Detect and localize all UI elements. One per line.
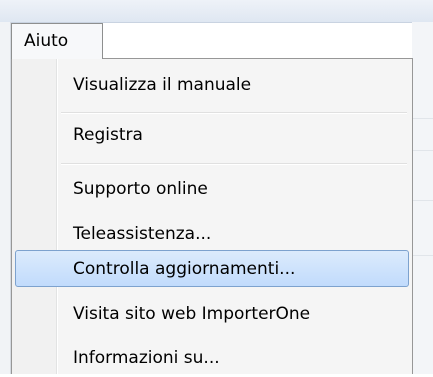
background-grid-line — [412, 200, 433, 201]
menu-aiuto[interactable]: Aiuto — [11, 23, 103, 59]
background-grid-line — [412, 150, 433, 151]
menu-item-visita-sito-web[interactable]: Visita sito web ImporterOne — [15, 295, 409, 332]
help-dropdown-menu: Visualizza il manuale Registra Supporto … — [11, 58, 413, 374]
menu-item-teleassistenza[interactable]: Teleassistenza... — [15, 215, 409, 252]
application-left-panel — [0, 22, 11, 374]
menu-item-visualizza-manuale[interactable]: Visualizza il manuale — [15, 66, 409, 103]
application-toolbar-area — [0, 0, 433, 23]
menu-item-supporto-online[interactable]: Supporto online — [15, 170, 409, 207]
menu-item-controlla-aggiornamenti[interactable]: Controlla aggiornamenti... — [15, 250, 409, 287]
menu-separator — [61, 163, 407, 165]
menu-separator — [61, 112, 407, 114]
menu-item-informazioni-su[interactable]: Informazioni su... — [15, 339, 409, 376]
menu-item-registra[interactable]: Registra — [15, 116, 409, 153]
background-grid-line — [412, 118, 433, 119]
application-right-panel — [412, 22, 433, 374]
background-grid-line — [412, 255, 433, 256]
